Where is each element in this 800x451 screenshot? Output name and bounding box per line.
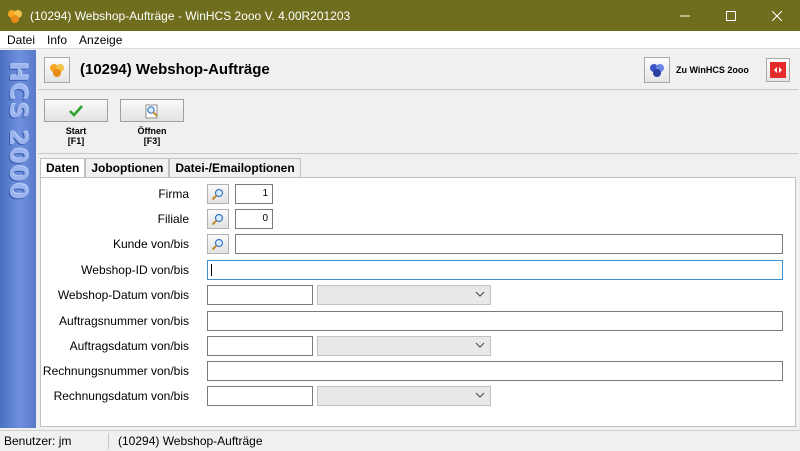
magnifier-icon xyxy=(211,188,224,201)
magnifier-icon xyxy=(211,213,224,226)
status-module: (10294) Webshop-Aufträge xyxy=(118,434,263,448)
menu-anzeige[interactable]: Anzeige xyxy=(73,33,128,47)
minimize-button[interactable] xyxy=(662,0,708,31)
filiale-lookup-button[interactable] xyxy=(207,209,229,229)
kunde-lookup-button[interactable] xyxy=(207,234,229,254)
kunde-input[interactable] xyxy=(235,234,783,254)
start-button-label: Start [F1] xyxy=(44,126,108,146)
auftragsdatum-select[interactable] xyxy=(317,336,491,356)
tab-daten[interactable]: Daten xyxy=(40,158,86,179)
firma-label: Firma xyxy=(158,187,189,201)
rechnungsdatum-input[interactable] xyxy=(207,386,313,406)
auftragsdatum-input[interactable] xyxy=(207,336,313,356)
rechnungsnummer-input[interactable] xyxy=(207,361,783,381)
kunde-label: Kunde von/bis xyxy=(112,237,189,251)
maximize-button[interactable] xyxy=(708,0,754,31)
module-header: (10294) Webshop-Aufträge Zu WinHCS 2ooo xyxy=(38,52,798,90)
form-panel: Firma 1 Filiale 0 Kunde von/bis Webshop-… xyxy=(40,177,796,427)
status-user: Benutzer: jm xyxy=(4,434,72,448)
open-document-icon xyxy=(145,104,158,118)
tab-joboptionen[interactable]: Joboptionen xyxy=(85,158,170,178)
checkmark-icon xyxy=(69,104,83,117)
menu-bar: Datei Info Anzeige xyxy=(0,31,800,49)
to-winhcs-link[interactable]: Zu WinHCS 2ooo xyxy=(676,65,749,75)
webshop-id-input[interactable] xyxy=(207,260,783,280)
tab-bar: Daten Joboptionen Datei-/Emailoptionen xyxy=(40,158,301,179)
tab-datei-emailoptionen[interactable]: Datei-/Emailoptionen xyxy=(169,158,301,178)
menu-info[interactable]: Info xyxy=(41,33,73,47)
auftragsdatum-label: Auftragsdatum von/bis xyxy=(69,339,189,353)
app-logo-icon xyxy=(6,7,24,25)
webshop-datum-label: Webshop-Datum von/bis xyxy=(57,288,189,302)
chevron-down-icon xyxy=(475,392,485,398)
webshop-id-label: Webshop-ID von/bis xyxy=(81,263,189,277)
page-title: (10294) Webshop-Aufträge xyxy=(80,61,270,78)
title-bar: (10294) Webshop-Aufträge - WinHCS 2ooo V… xyxy=(0,0,800,31)
module-logo-icon xyxy=(50,64,64,77)
minimize-icon xyxy=(680,15,690,16)
auftragsnummer-input[interactable] xyxy=(207,311,783,331)
rechnungsnummer-label: Rechnungsnummer von/bis xyxy=(42,364,189,378)
status-bar: Benutzer: jm (10294) Webshop-Aufträge xyxy=(0,430,800,451)
firma-lookup-button[interactable] xyxy=(207,184,229,204)
maximize-icon xyxy=(726,10,736,21)
close-icon xyxy=(772,10,782,21)
open-button[interactable] xyxy=(120,99,184,122)
text-cursor xyxy=(211,264,212,276)
start-shortcut: [F1] xyxy=(67,136,85,146)
magnifier-icon xyxy=(211,238,224,251)
exit-icon xyxy=(770,62,786,78)
close-window-button[interactable] xyxy=(754,0,800,31)
firma-input[interactable]: 1 xyxy=(235,184,273,204)
filiale-label: Filiale xyxy=(157,212,189,226)
filiale-input[interactable]: 0 xyxy=(235,209,273,229)
to-winhcs-button[interactable] xyxy=(644,57,670,83)
action-toolbar: Start [F1] Öffnen [F3] xyxy=(38,92,798,154)
rechnungsdatum-label: Rechnungsdatum von/bis xyxy=(53,389,189,403)
open-label: Öffnen xyxy=(137,126,167,136)
exit-button[interactable] xyxy=(766,58,790,82)
auftragsnummer-label: Auftragsnummer von/bis xyxy=(58,314,189,328)
start-label: Start xyxy=(65,126,87,136)
menu-datei[interactable]: Datei xyxy=(0,33,41,47)
open-button-label: Öffnen [F3] xyxy=(120,126,184,146)
start-button[interactable] xyxy=(44,99,108,122)
module-icon-button[interactable] xyxy=(44,57,70,83)
webshop-datum-input[interactable] xyxy=(207,285,313,305)
window-title: (10294) Webshop-Aufträge - WinHCS 2ooo V… xyxy=(30,8,351,23)
status-separator xyxy=(108,433,109,449)
winhcs-logo-icon xyxy=(650,64,664,77)
chevron-down-icon xyxy=(475,342,485,348)
webshop-datum-select[interactable] xyxy=(317,285,491,305)
open-shortcut: [F3] xyxy=(143,136,161,146)
rechnungsdatum-select[interactable] xyxy=(317,386,491,406)
chevron-down-icon xyxy=(475,291,485,297)
